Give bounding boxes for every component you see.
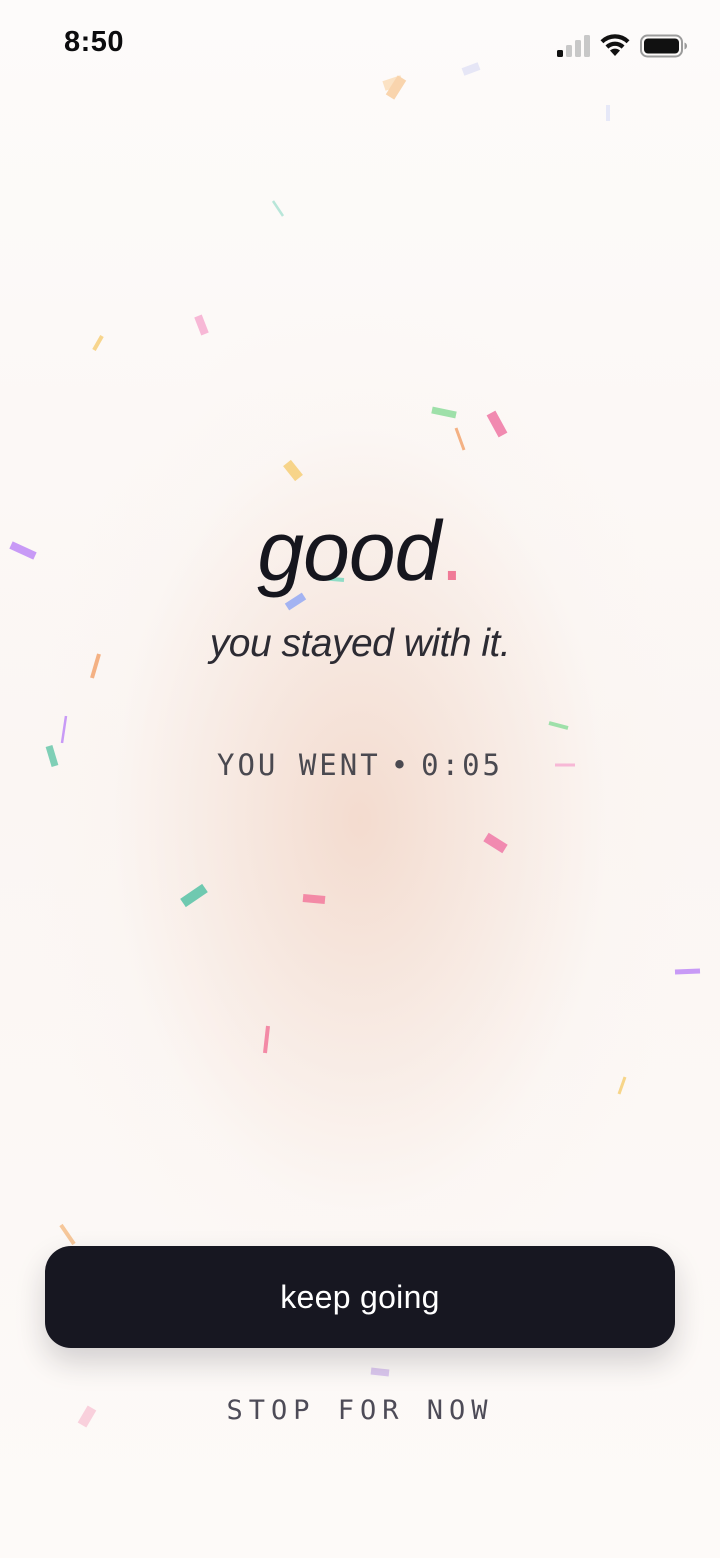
duration-separator: • [390, 748, 412, 782]
wifi-icon [600, 34, 630, 56]
duration-summary: YOU WENT • 0:05 [0, 748, 720, 782]
signal-icon [557, 35, 590, 57]
headline-text: good [257, 504, 441, 598]
headline: good. [0, 505, 720, 597]
duration-value: 0:05 [421, 748, 503, 782]
stop-for-now-button[interactable]: STOP FOR NOW [160, 1380, 560, 1440]
keep-going-button[interactable]: keep going [45, 1246, 675, 1348]
status-time: 8:50 [64, 26, 125, 58]
headline-dot: . [440, 504, 463, 598]
duration-label: YOU WENT [217, 748, 381, 782]
battery-icon [640, 34, 687, 58]
status-bar: 8:50 [0, 0, 720, 92]
subline: you stayed with it. [209, 622, 511, 665]
celebration-screen: 8:50 good. you stayed with it. YOU WENT … [0, 0, 720, 1558]
